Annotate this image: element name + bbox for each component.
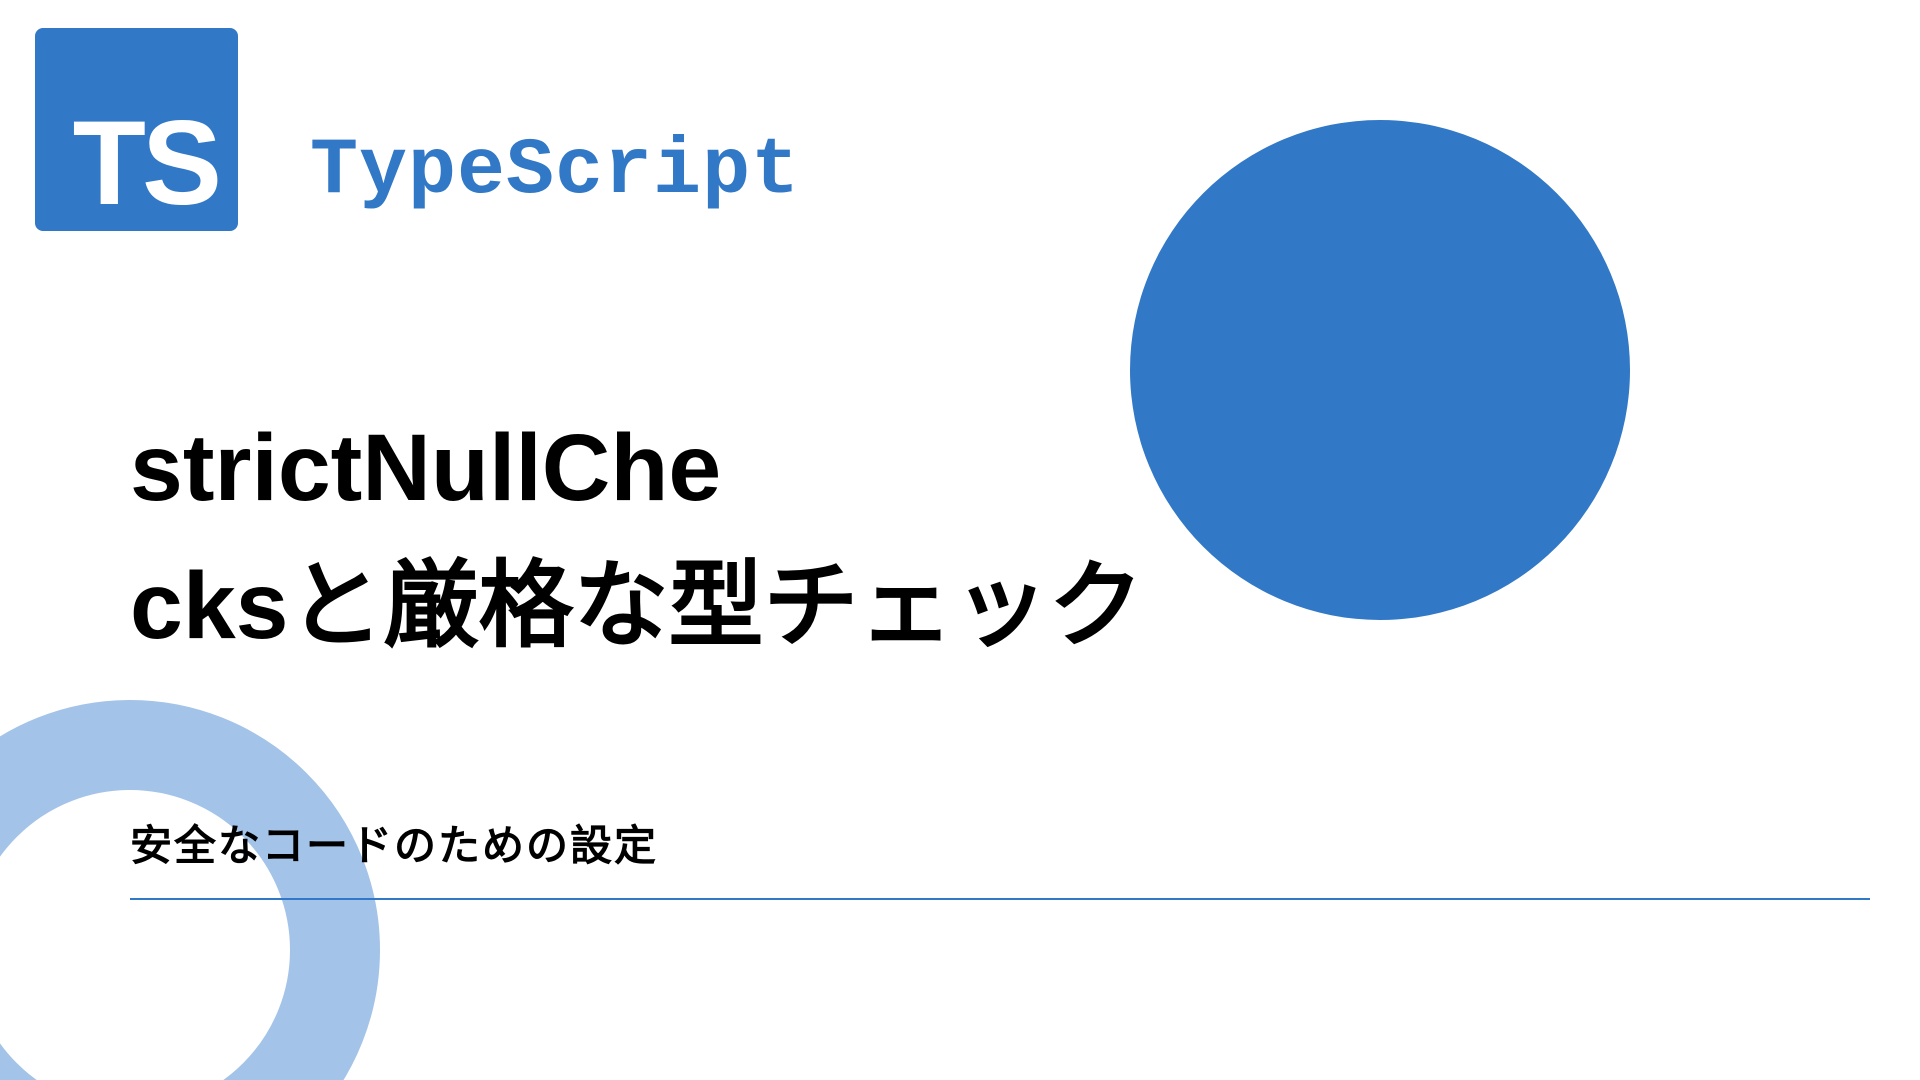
decorative-ring <box>0 700 380 1080</box>
title-line-2: cksと厳格な型チェック <box>130 553 1144 659</box>
subtitle-underline <box>130 898 1870 900</box>
slide-subtitle: 安全なコードのための設定 <box>130 812 658 873</box>
logo-text: TS <box>73 103 218 223</box>
typescript-logo: TS <box>35 28 238 231</box>
slide: TS TypeScript strictNullChe cksと厳格な型チェック… <box>0 0 1920 1080</box>
slide-title: strictNullChe cksと厳格な型チェック <box>130 400 1780 676</box>
title-line-1: strictNullChe <box>130 415 721 521</box>
typescript-label: TypeScript <box>310 126 800 217</box>
